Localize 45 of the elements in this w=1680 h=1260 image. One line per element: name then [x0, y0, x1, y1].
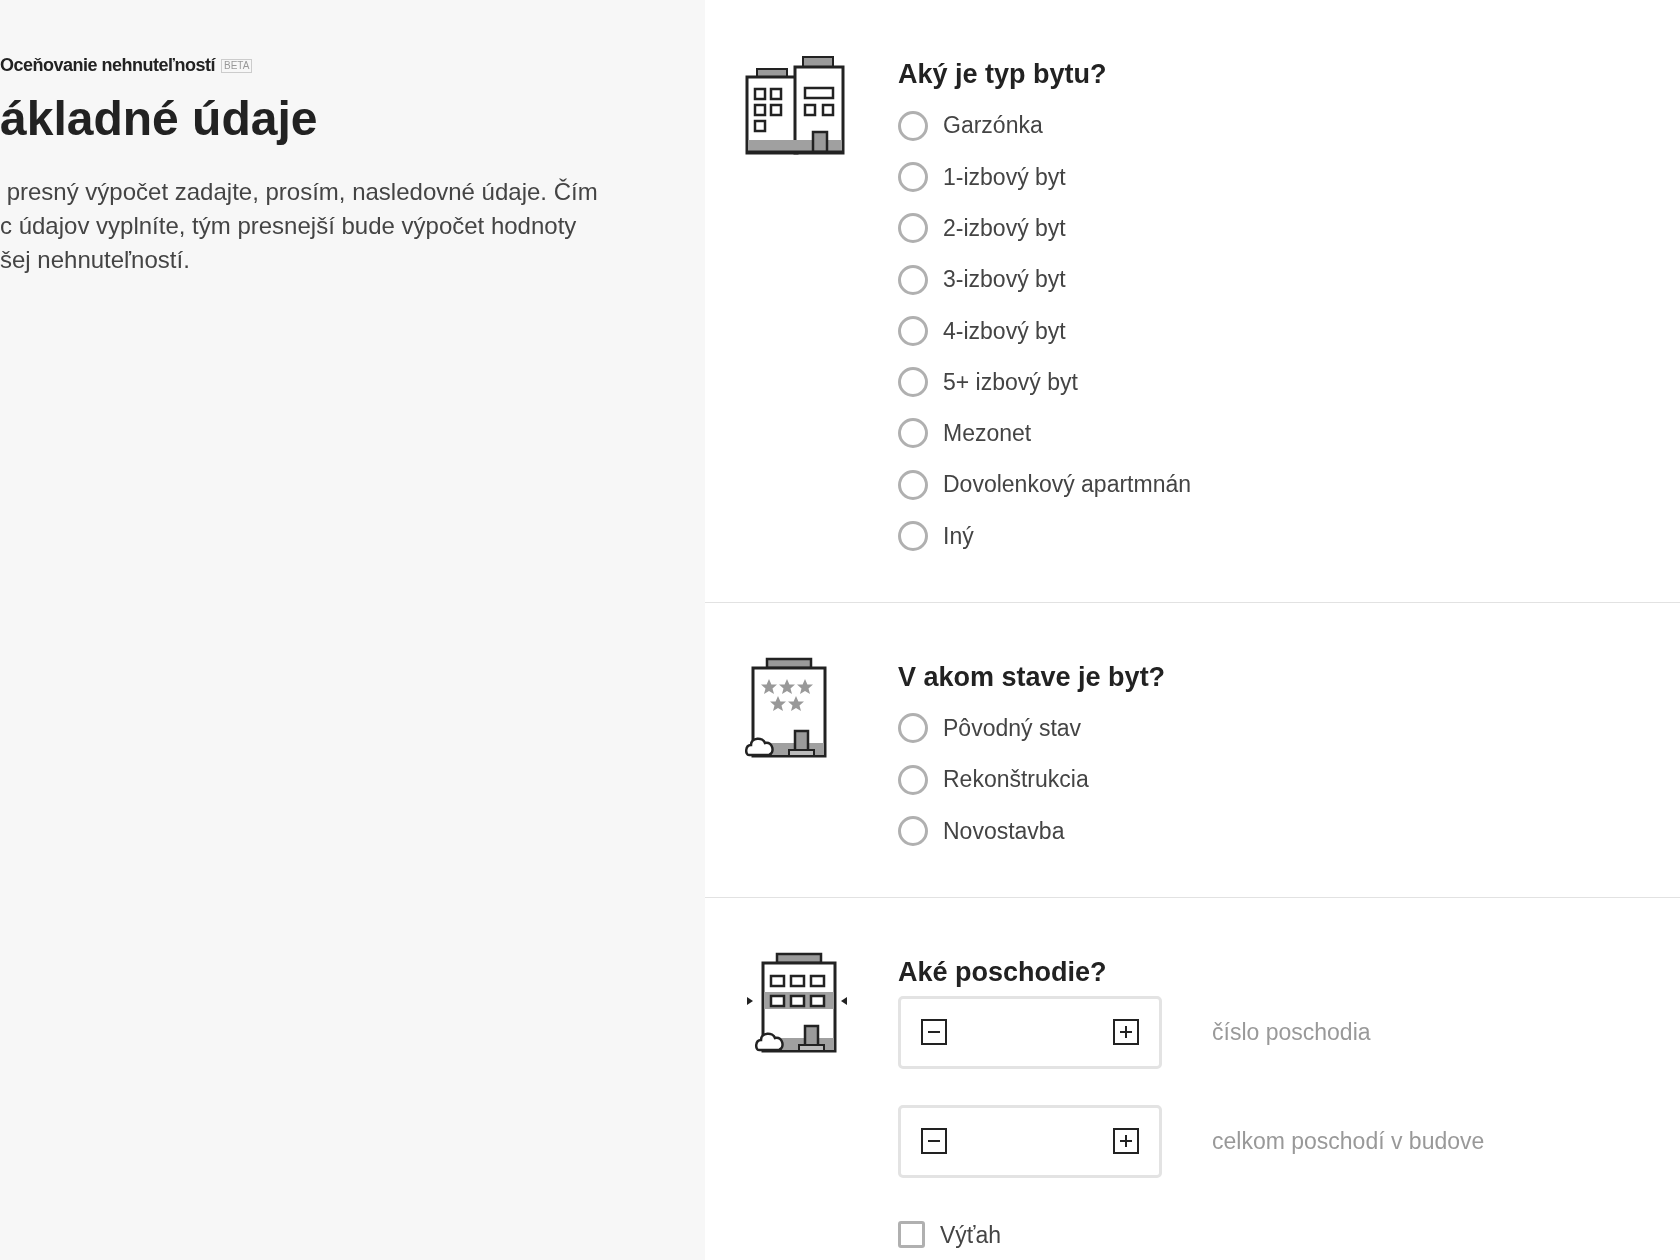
number-stepper[interactable]	[898, 995, 1162, 1069]
option-label: 3-izbový byt	[943, 265, 1066, 295]
option-label: 4-izbový byt	[943, 316, 1066, 346]
radio-button[interactable]	[898, 161, 928, 192]
radio-button[interactable]	[898, 264, 928, 295]
radio-button[interactable]	[898, 521, 928, 551]
radio-button[interactable]	[898, 469, 928, 500]
radio-button[interactable]	[898, 315, 928, 346]
option-label: Rekonštrukcia	[943, 765, 1089, 795]
option-label: Novostavba	[943, 816, 1065, 846]
brand-title: Oceňovanie nehnuteľností	[0, 54, 215, 77]
minus-icon[interactable]	[921, 1019, 947, 1046]
question-heading: Aké poschodie?	[898, 955, 1108, 989]
radio-button[interactable]	[898, 418, 928, 449]
intro-text-line: šej nehnuteľností.	[0, 245, 191, 275]
option-label: Pôvodný stav	[943, 714, 1082, 744]
plus-icon[interactable]	[1113, 1128, 1139, 1155]
intro-text-line: presný výpočet zadajte, prosím, nasledovné údaje. Čím	[5, 177, 599, 207]
option-label: Mezonet	[943, 419, 1032, 449]
radio-button[interactable]	[898, 110, 928, 141]
option-label: 2-izbový byt	[943, 214, 1066, 243]
option-label: Iný	[943, 521, 974, 551]
checkbox-label: Výťah	[940, 1220, 1002, 1250]
radio-button[interactable]	[898, 367, 928, 398]
radio-button[interactable]	[898, 764, 928, 795]
stepper-label: celkom poschodí v budove	[1212, 1126, 1485, 1156]
option-label: 1-izbový byt	[943, 162, 1066, 192]
minus-icon[interactable]	[921, 1128, 947, 1155]
question-heading: V akom stave je byt?	[898, 660, 1166, 694]
stepper-label: číslo poschodia	[1212, 1017, 1371, 1047]
option-label: Garzónka	[943, 111, 1043, 141]
intro-text-line: c údajov vyplníte, tým presnejší bude výpočet hodnoty	[0, 211, 578, 241]
question-heading: Aký je typ bytu?	[898, 58, 1108, 91]
plus-icon[interactable]	[1113, 1019, 1139, 1046]
number-stepper[interactable]	[898, 1104, 1162, 1178]
option-label: 5+ izbový byt	[943, 367, 1078, 397]
checkbox[interactable]	[898, 1221, 925, 1249]
radio-button[interactable]	[898, 713, 928, 744]
beta-badge: BETA	[220, 58, 253, 73]
building-floor-icon	[745, 951, 849, 1054]
radio-button[interactable]	[898, 815, 928, 846]
radio-button[interactable]	[898, 213, 928, 244]
buildings-icon	[745, 54, 847, 156]
page-heading: ákladné údaje	[0, 91, 319, 147]
option-label: Dovolenkový apartmnán	[943, 470, 1192, 500]
